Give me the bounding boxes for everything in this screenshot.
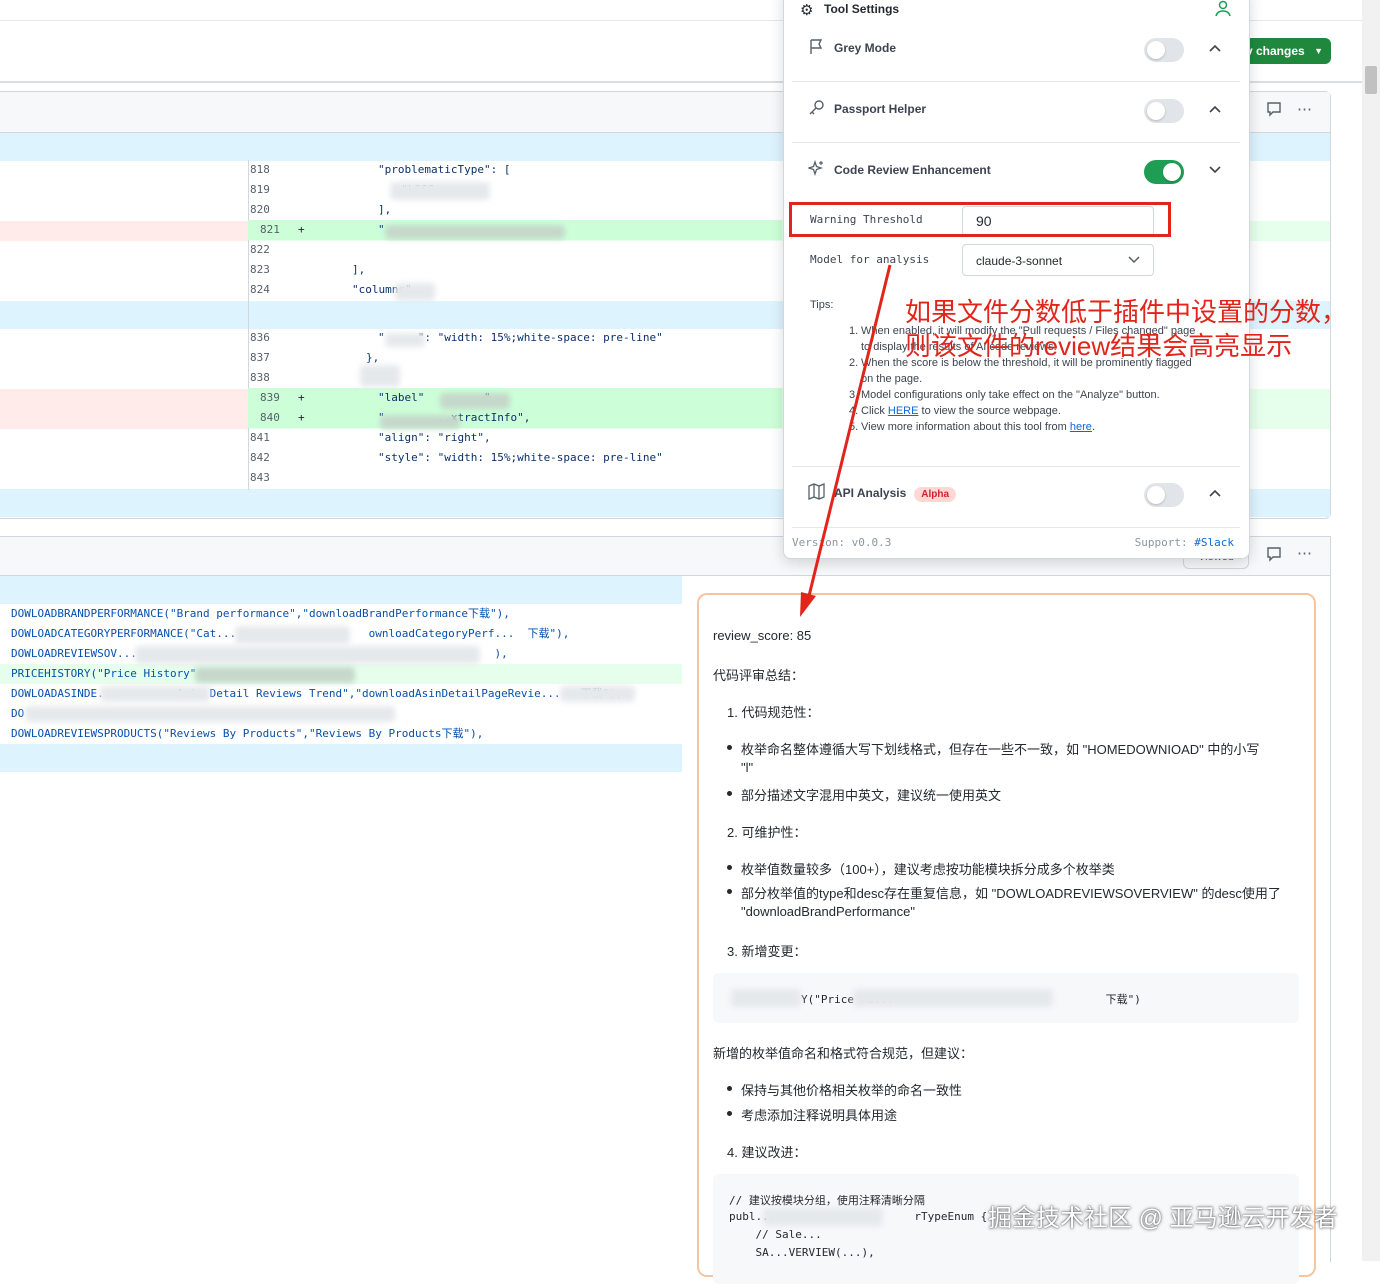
- more-options-icon[interactable]: ⋯: [1297, 100, 1312, 118]
- code-text: ": [378, 223, 385, 236]
- line-number[interactable]: 840: [260, 408, 292, 428]
- diff-sign: +: [298, 223, 305, 236]
- line-number[interactable]: 842: [250, 448, 282, 468]
- diff-line: 842 "style": "width: 15%;white-space: pre…: [0, 448, 782, 468]
- diff-line: 839 + "label" ",: [248, 388, 782, 408]
- chevron-up-icon[interactable]: [1207, 485, 1223, 504]
- line-number[interactable]: 823: [250, 260, 282, 280]
- code-text: PRICEHISTORY("Price History": [11, 667, 197, 680]
- page-scrollbar[interactable]: [1362, 0, 1380, 1261]
- diff-line: 820],: [0, 200, 782, 220]
- diff-line: 823],: [0, 260, 782, 280]
- diff-line: 841 "align": "right",: [0, 428, 782, 448]
- line-number[interactable]: 839: [260, 388, 292, 408]
- list-item: 考虑添加注释说明具体用途: [726, 1105, 897, 1124]
- list-item: 保持与其他价格相关枚举的命名一致性: [726, 1080, 962, 1099]
- line-number[interactable]: 820: [250, 200, 282, 220]
- model-select[interactable]: claude-3-sonnet: [962, 244, 1154, 276]
- passport-helper-row: Passport Helper: [794, 96, 1240, 126]
- line-number[interactable]: 822: [250, 240, 282, 260]
- diff-line: 818 "problematicType": [: [0, 160, 782, 180]
- section-title: 4. 建议改进：: [727, 1145, 807, 1160]
- code-text: "problematicType": [: [378, 163, 511, 176]
- comment-icon[interactable]: [1266, 546, 1282, 566]
- line-number[interactable]: 818: [250, 160, 282, 180]
- alpha-badge: Alpha: [914, 487, 957, 502]
- chevron-up-icon[interactable]: [1207, 40, 1223, 59]
- list-item: 枚举值数量较多（100+），建议考虑按功能模块拆分成多个枚举类: [727, 859, 1115, 878]
- chevron-down-icon[interactable]: [1207, 162, 1223, 181]
- diff-sign: +: [298, 411, 305, 424]
- api-analysis-toggle[interactable]: [1144, 483, 1184, 507]
- diff-line: 840+" ...xtractInfo",: [248, 408, 782, 428]
- diff-line: DOWLOADREVIEWSPRODUCTS("Reviews By Produ…: [0, 724, 682, 744]
- review-result-card: review_score: 85 代码评审总结： 1. 代码规范性： 枚举命名整…: [697, 593, 1316, 1284]
- summary-heading: 代码评审总结：: [713, 668, 805, 683]
- chevron-down-icon: [1127, 252, 1141, 269]
- code-text: DO: [11, 707, 25, 720]
- review-note: 新增的枚举值命名和格式符合规范，但建议：: [713, 1046, 974, 1061]
- deleted-line-bg: [0, 389, 248, 429]
- hunk-header[interactable]: [0, 576, 682, 604]
- grey-mode-row: Grey Mode: [794, 35, 1240, 65]
- list-item: 部分描述文字混用中英文，建议统一使用英文: [726, 785, 1001, 804]
- line-number[interactable]: 841: [250, 428, 282, 448]
- line-number[interactable]: 821: [260, 220, 292, 240]
- code-text: DOWLOADBRANDPERFORMANCE("Brand performan…: [11, 607, 510, 620]
- section-title: 1. 代码规范性：: [727, 705, 820, 720]
- comment-icon[interactable]: [1266, 101, 1282, 121]
- code-text: "align": "right",: [378, 431, 491, 444]
- list-item: 部分枚举值的type和desc存在重复信息，如 "DOWLOADREVIEWSO…: [727, 883, 1281, 902]
- annotation-line-2: 则该文件的review结果会高亮显示: [905, 331, 1293, 361]
- code-text: ],: [378, 203, 392, 216]
- list-item-cont: "downloadBrandPerformance": [741, 904, 915, 919]
- line-number[interactable]: 838: [250, 368, 282, 388]
- support-text: Support: #Slack: [1134, 536, 1234, 549]
- code-review-row: Code Review Enhancement: [794, 157, 1240, 187]
- code-text: DOWLOADREVIEWSPRODUCTS("Reviews By Produ…: [11, 727, 484, 740]
- annotation-line-1: 如果文件分数低于插件中设置的分数，: [905, 297, 1348, 327]
- hunk-header[interactable]: [0, 744, 682, 772]
- panel-title: Tool Settings: [824, 2, 900, 16]
- line-number[interactable]: 843: [250, 468, 282, 488]
- diff-line: DOWLOADBRANDPERFORMANCE("Brand performan…: [0, 604, 682, 624]
- code-text: "style": "width: 15%;white-space: pre-li…: [378, 451, 663, 464]
- annotation-arrow: [800, 264, 892, 617]
- diff-line: 824 "columns": [0, 280, 782, 300]
- list-item: 枚举命名整体遵循大写下划线格式，但存在一些不一致，如 "HOMEDOWNIOAD…: [726, 739, 1259, 758]
- line-number[interactable]: 837: [250, 348, 282, 368]
- scrollbar-thumb[interactable]: [1365, 66, 1377, 94]
- caret-down-icon: ▼: [1314, 46, 1323, 56]
- user-icon[interactable]: [1214, 0, 1232, 22]
- diff-line: 843: [0, 468, 782, 488]
- chevron-up-icon[interactable]: [1207, 101, 1223, 120]
- passport-helper-toggle[interactable]: [1144, 99, 1184, 123]
- more-options-icon[interactable]: ⋯: [1297, 544, 1312, 562]
- save-changes-button[interactable]: v changes ▼: [1238, 38, 1331, 64]
- highlight-box: [789, 202, 1171, 237]
- flag-icon: [808, 38, 825, 60]
- section-title: 2. 可维护性：: [727, 825, 807, 840]
- watermark: 掘金技术社区 @ 亚马逊云开发者: [988, 1205, 1338, 1232]
- info-link[interactable]: here: [1070, 421, 1092, 433]
- diff-sign: +: [298, 391, 305, 404]
- list-item-cont: "l": [741, 760, 754, 775]
- deleted-line-bg: [0, 221, 248, 241]
- sparkle-icon: [806, 159, 825, 182]
- gear-icon: ⚙: [800, 2, 814, 19]
- code-block: Y("Price Hi... 下载"): [713, 973, 1299, 1023]
- line-number[interactable]: 836: [250, 328, 282, 348]
- review-score: review_score: 85: [713, 628, 812, 643]
- section-title: 3. 新增变更：: [727, 944, 807, 959]
- grey-mode-toggle[interactable]: [1144, 38, 1184, 62]
- line-number[interactable]: 824: [250, 280, 282, 300]
- slack-link[interactable]: #Slack: [1194, 536, 1234, 549]
- diff-line: 822: [0, 240, 782, 260]
- code-text: ],: [352, 263, 366, 276]
- code-review-toggle[interactable]: [1144, 160, 1184, 184]
- line-number[interactable]: 819: [250, 180, 282, 200]
- key-icon: [808, 99, 825, 121]
